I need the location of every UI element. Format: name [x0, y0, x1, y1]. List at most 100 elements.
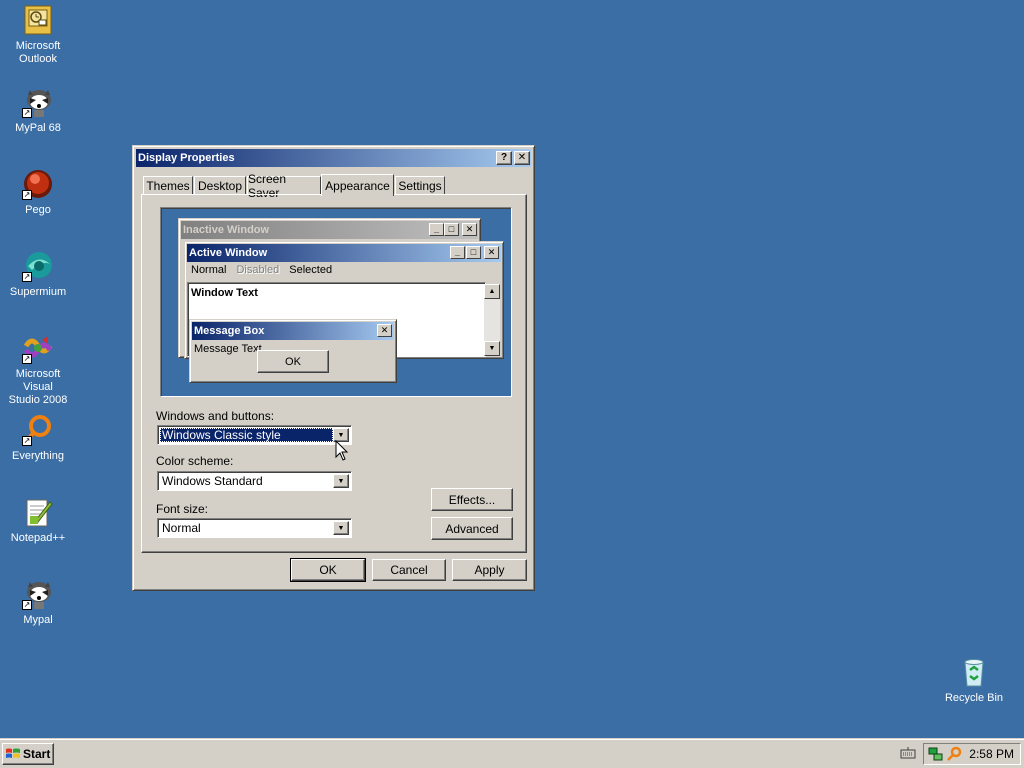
display-properties-dialog: Display Properties ? ✕ Themes Desktop Sc…	[132, 145, 535, 591]
preview-ok-label: OK	[285, 355, 301, 368]
dialog-title: Display Properties	[138, 152, 235, 164]
shortcut-arrow-icon: ↗	[22, 190, 32, 200]
effects-button[interactable]: Effects...	[431, 488, 513, 511]
shortcut-arrow-icon: ↗	[22, 108, 32, 118]
tab-settings[interactable]: Settings	[395, 176, 445, 195]
windows-logo-icon	[6, 748, 20, 758]
preview-message-box-titlebar: Message Box ✕	[192, 322, 394, 340]
advanced-label: Advanced	[445, 521, 499, 536]
desktop-icon-recycle-bin[interactable]: Recycle Bin	[936, 656, 1012, 705]
font-size-value: Normal	[162, 521, 201, 535]
maximize-icon: □	[466, 246, 481, 259]
start-label: Start	[23, 747, 51, 761]
tab-screen-saver[interactable]: Screen Saver	[247, 172, 321, 200]
desktop-icon-outlook[interactable]: Microsoft Outlook	[0, 4, 76, 66]
minimize-icon: _	[450, 246, 465, 259]
close-icon: ✕	[462, 223, 477, 236]
scroll-down-icon: ▼	[484, 341, 500, 356]
notepadpp-icon	[22, 496, 54, 528]
preview-menu-selected: Selected	[289, 264, 333, 276]
advanced-button[interactable]: Advanced	[431, 517, 513, 540]
preview-menu-disabled: Disabled	[236, 264, 280, 276]
font-size-label: Font size:	[156, 502, 209, 516]
desktop-icon-notepadpp[interactable]: Notepad++	[0, 496, 76, 545]
tab-appearance[interactable]: Appearance	[321, 174, 394, 196]
desktop-icon-label: MyPal 68	[15, 122, 61, 134]
windows-and-buttons-value: Windows Classic style	[160, 428, 333, 442]
shortcut-arrow-icon: ↗	[22, 436, 32, 446]
search-icon[interactable]	[946, 746, 962, 762]
color-scheme-value: Windows Standard	[162, 474, 263, 488]
color-scheme-select[interactable]: Windows Standard ▼	[157, 471, 352, 491]
preview-inactive-title: Inactive Window	[183, 224, 270, 236]
shortcut-arrow-icon: ↗	[22, 354, 32, 364]
maximize-icon: □	[444, 223, 459, 236]
tab-themes[interactable]: Themes	[143, 176, 193, 195]
apply-label: Apply	[474, 563, 505, 577]
tab-label: Settings	[398, 179, 442, 193]
desktop-icon-pego[interactable]: ↗ Pego	[0, 168, 76, 217]
preview-menu-bar: Normal Disabled Selected	[189, 264, 332, 280]
preview-message-box-title: Message Box	[194, 325, 265, 337]
minimize-icon: _	[429, 223, 444, 236]
help-button[interactable]: ?	[496, 151, 512, 165]
desktop-icon-label: Studio 2008	[8, 394, 68, 406]
close-button[interactable]: ✕	[514, 151, 530, 165]
desktop-icon-label: Notepad++	[10, 532, 66, 544]
outlook-icon	[22, 4, 54, 36]
preview-scrollbar: ▲ ▼	[484, 284, 500, 356]
desktop-icon-visual-studio-2008[interactable]: ↗ Microsoft Visual Studio 2008	[0, 332, 76, 407]
desktop-icon-mypal-68[interactable]: ↗ MyPal 68	[0, 86, 76, 135]
shortcut-arrow-icon: ↗	[22, 272, 32, 282]
font-size-select[interactable]: Normal ▼	[157, 518, 352, 538]
dialog-titlebar[interactable]: Display Properties ? ✕	[136, 149, 531, 167]
pego-icon: ↗	[22, 168, 54, 200]
keyboard-icon[interactable]	[900, 746, 916, 760]
desktop-icon-label: Mypal	[23, 614, 53, 626]
close-icon: ✕	[517, 152, 527, 163]
preview-message-text: Message Text	[194, 343, 262, 355]
system-tray: 2:58 PM	[923, 743, 1021, 765]
cancel-button[interactable]: Cancel	[372, 559, 446, 581]
ok-button[interactable]: OK	[290, 558, 366, 582]
desktop-icon-supermium[interactable]: ↗ Supermium	[0, 250, 76, 299]
start-button[interactable]: Start	[2, 743, 54, 765]
network-icon[interactable]	[928, 746, 944, 762]
windows-and-buttons-label: Windows and buttons:	[156, 409, 275, 423]
tab-label: Appearance	[325, 178, 390, 193]
desktop-icon-label: Supermium	[9, 286, 67, 298]
effects-label: Effects...	[448, 492, 496, 507]
preview-window-text: Window Text	[191, 287, 258, 299]
tab-label: Themes	[146, 179, 190, 193]
desktop-icon-everything[interactable]: ↗ Everything	[0, 414, 76, 463]
mypal-icon: ↗	[22, 578, 54, 610]
taskbar: Start 2:58 PM	[0, 738, 1024, 768]
close-icon: ✕	[377, 324, 392, 337]
desktop-icon-label: Outlook	[19, 53, 57, 65]
color-scheme-label: Color scheme:	[156, 454, 234, 468]
chevron-down-icon[interactable]: ▼	[333, 521, 349, 535]
recycle-bin-icon	[958, 656, 990, 688]
preview-active-title: Active Window	[189, 247, 268, 259]
preview-active-titlebar: Active Window _ □ ✕	[187, 244, 501, 262]
chevron-down-icon[interactable]: ▼	[333, 474, 349, 488]
supermium-icon: ↗	[22, 250, 54, 282]
desktop-icon-label: Microsoft Visual	[15, 368, 61, 393]
appearance-preview: Inactive Window _ □ ✕ Active Window _ □ …	[160, 207, 512, 397]
tab-desktop[interactable]: Desktop	[194, 176, 246, 195]
windows-and-buttons-select[interactable]: Windows Classic style ▼	[157, 425, 352, 445]
help-icon: ?	[500, 152, 508, 163]
clock[interactable]: 2:58 PM	[969, 747, 1014, 761]
everything-icon: ↗	[22, 414, 54, 446]
close-icon: ✕	[484, 246, 499, 259]
tab-label: Desktop	[197, 179, 243, 193]
preview-menu-normal: Normal	[191, 264, 227, 276]
mypal-icon: ↗	[22, 86, 54, 118]
desktop-icon-mypal[interactable]: ↗ Mypal	[0, 578, 76, 627]
mouse-pointer-icon	[335, 440, 349, 461]
apply-button[interactable]: Apply	[452, 559, 527, 581]
desktop-icon-label: Pego	[25, 204, 51, 216]
desktop-icon-label: Recycle Bin	[944, 692, 1004, 704]
preview-ok-button: OK	[257, 350, 329, 373]
scroll-up-icon: ▲	[484, 284, 500, 299]
